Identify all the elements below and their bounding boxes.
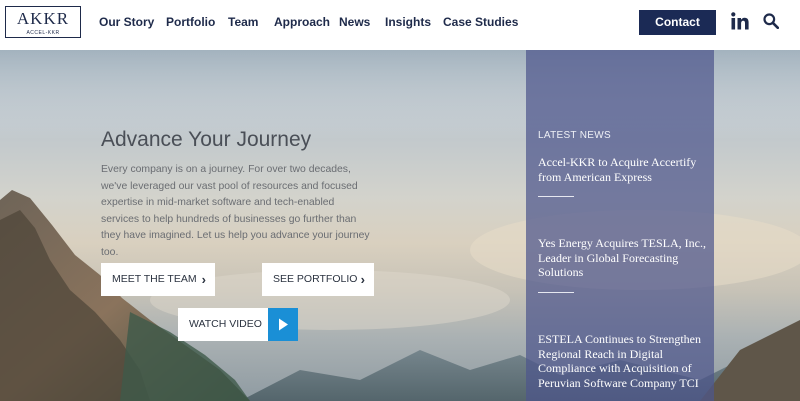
nav-case-studies[interactable]: Case Studies [443,15,518,29]
nav-our-story[interactable]: Our Story [99,15,154,29]
search-icon[interactable] [763,13,779,29]
latest-news-heading: LATEST NEWS [538,130,611,141]
hero-title: Advance Your Journey [101,128,312,151]
see-portfolio-label: SEE PORTFOLIO [273,273,358,285]
play-icon [268,308,298,341]
site-header: AKKR ACCEL-KKR Our Story Portfolio Team … [0,0,800,50]
linkedin-icon[interactable] [731,12,749,30]
see-portfolio-button[interactable]: SEE PORTFOLIO › [262,263,374,296]
meet-the-team-label: MEET THE TEAM [112,273,197,285]
logo-subtitle: ACCEL-KKR [26,30,60,36]
nav-insights[interactable]: Insights [385,15,431,29]
contact-button[interactable]: Contact [639,10,716,35]
news-divider [538,292,574,293]
meet-the-team-button[interactable]: MEET THE TEAM › [101,263,215,296]
chevron-right-icon: › [360,272,365,287]
latest-news-panel: LATEST NEWS Accel-KKR to Acquire Accerti… [526,50,714,401]
nav-team[interactable]: Team [228,15,258,29]
watch-video-button[interactable]: WATCH VIDEO [178,308,298,341]
news-divider [538,196,574,197]
news-item[interactable]: Yes Energy Acquires TESLA, Inc., Leader … [538,236,706,280]
nav-portfolio[interactable]: Portfolio [166,15,215,29]
chevron-right-icon: › [201,272,206,287]
nav-news[interactable]: News [339,15,370,29]
watch-video-label: WATCH VIDEO [189,318,262,330]
akkr-logo[interactable]: AKKR ACCEL-KKR [5,6,81,38]
nav-approach[interactable]: Approach [274,15,330,29]
logo-wordmark: AKKR [16,9,70,28]
hero-section: Advance Your Journey Every company is on… [0,50,800,401]
news-item[interactable]: Accel-KKR to Acquire Accertify from Amer… [538,155,706,184]
news-item[interactable]: ESTELA Continues to Strengthen Regional … [538,332,706,390]
hero-description: Every company is on a journey. For over … [101,164,370,258]
